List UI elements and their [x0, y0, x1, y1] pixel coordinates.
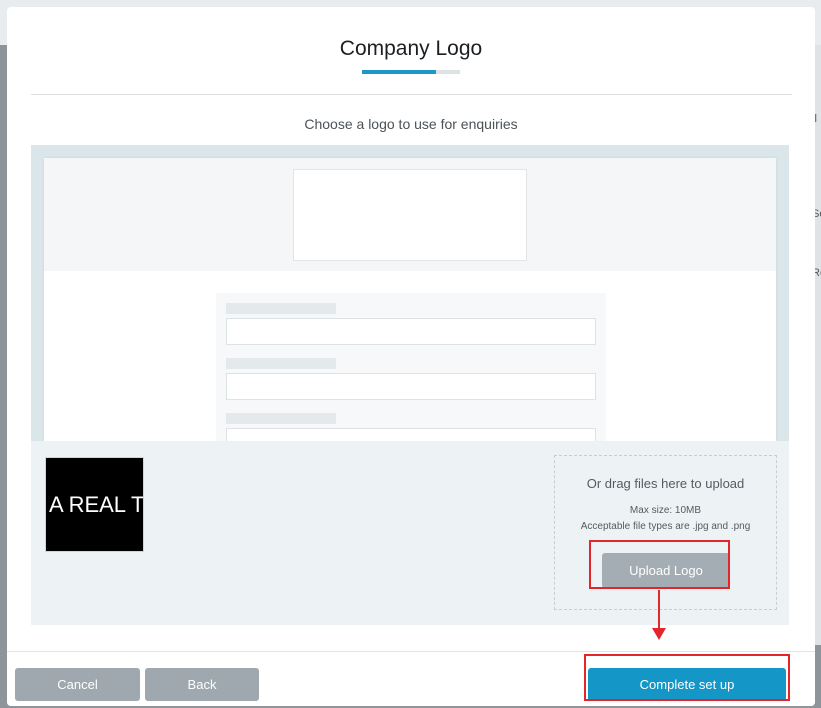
cancel-button[interactable]: Cancel — [15, 668, 140, 701]
preview-field-label — [226, 358, 336, 369]
preview-form — [216, 293, 606, 441]
preview-field-input — [226, 428, 596, 441]
dropzone-max-size: Max size: 10MB — [629, 505, 702, 516]
annotation-arrow-head-icon — [652, 628, 666, 640]
preview-page — [44, 158, 776, 441]
modal-footer: Cancel Back Complete set up — [7, 651, 815, 706]
preview-field-label — [226, 303, 336, 314]
logo-image-text: A REAL T — [49, 492, 144, 517]
logo-preview-area: A REAL T Or drag files here to upload Ma… — [31, 145, 789, 625]
preview-logo-placeholder — [293, 169, 527, 261]
annotation-arrow-shaft — [658, 590, 660, 630]
preview-header — [44, 158, 776, 271]
back-button[interactable]: Back — [145, 668, 259, 701]
header-divider — [31, 94, 792, 95]
enquiry-form-preview — [31, 145, 789, 441]
modal-title: Company Logo — [339, 37, 483, 60]
step-progress-bar — [362, 70, 460, 74]
complete-setup-button[interactable]: Complete set up — [588, 668, 786, 701]
company-logo-modal: Company Logo Choose a logo to use for en… — [7, 7, 815, 706]
upload-logo-button[interactable]: Upload Logo — [602, 553, 730, 588]
dropzone-instructions: Or drag files here to upload — [586, 476, 745, 491]
dropzone-file-types: Acceptable file types are .jpg and .png — [580, 521, 751, 532]
current-logo-thumbnail: A REAL T — [45, 457, 144, 552]
preview-field-label — [226, 413, 336, 424]
preview-field-input — [226, 373, 596, 400]
modal-subtitle: Choose a logo to use for enquiries — [304, 116, 518, 132]
preview-field-input — [226, 318, 596, 345]
step-progress-fill — [362, 70, 436, 74]
file-dropzone[interactable]: Or drag files here to upload Max size: 1… — [554, 455, 777, 610]
